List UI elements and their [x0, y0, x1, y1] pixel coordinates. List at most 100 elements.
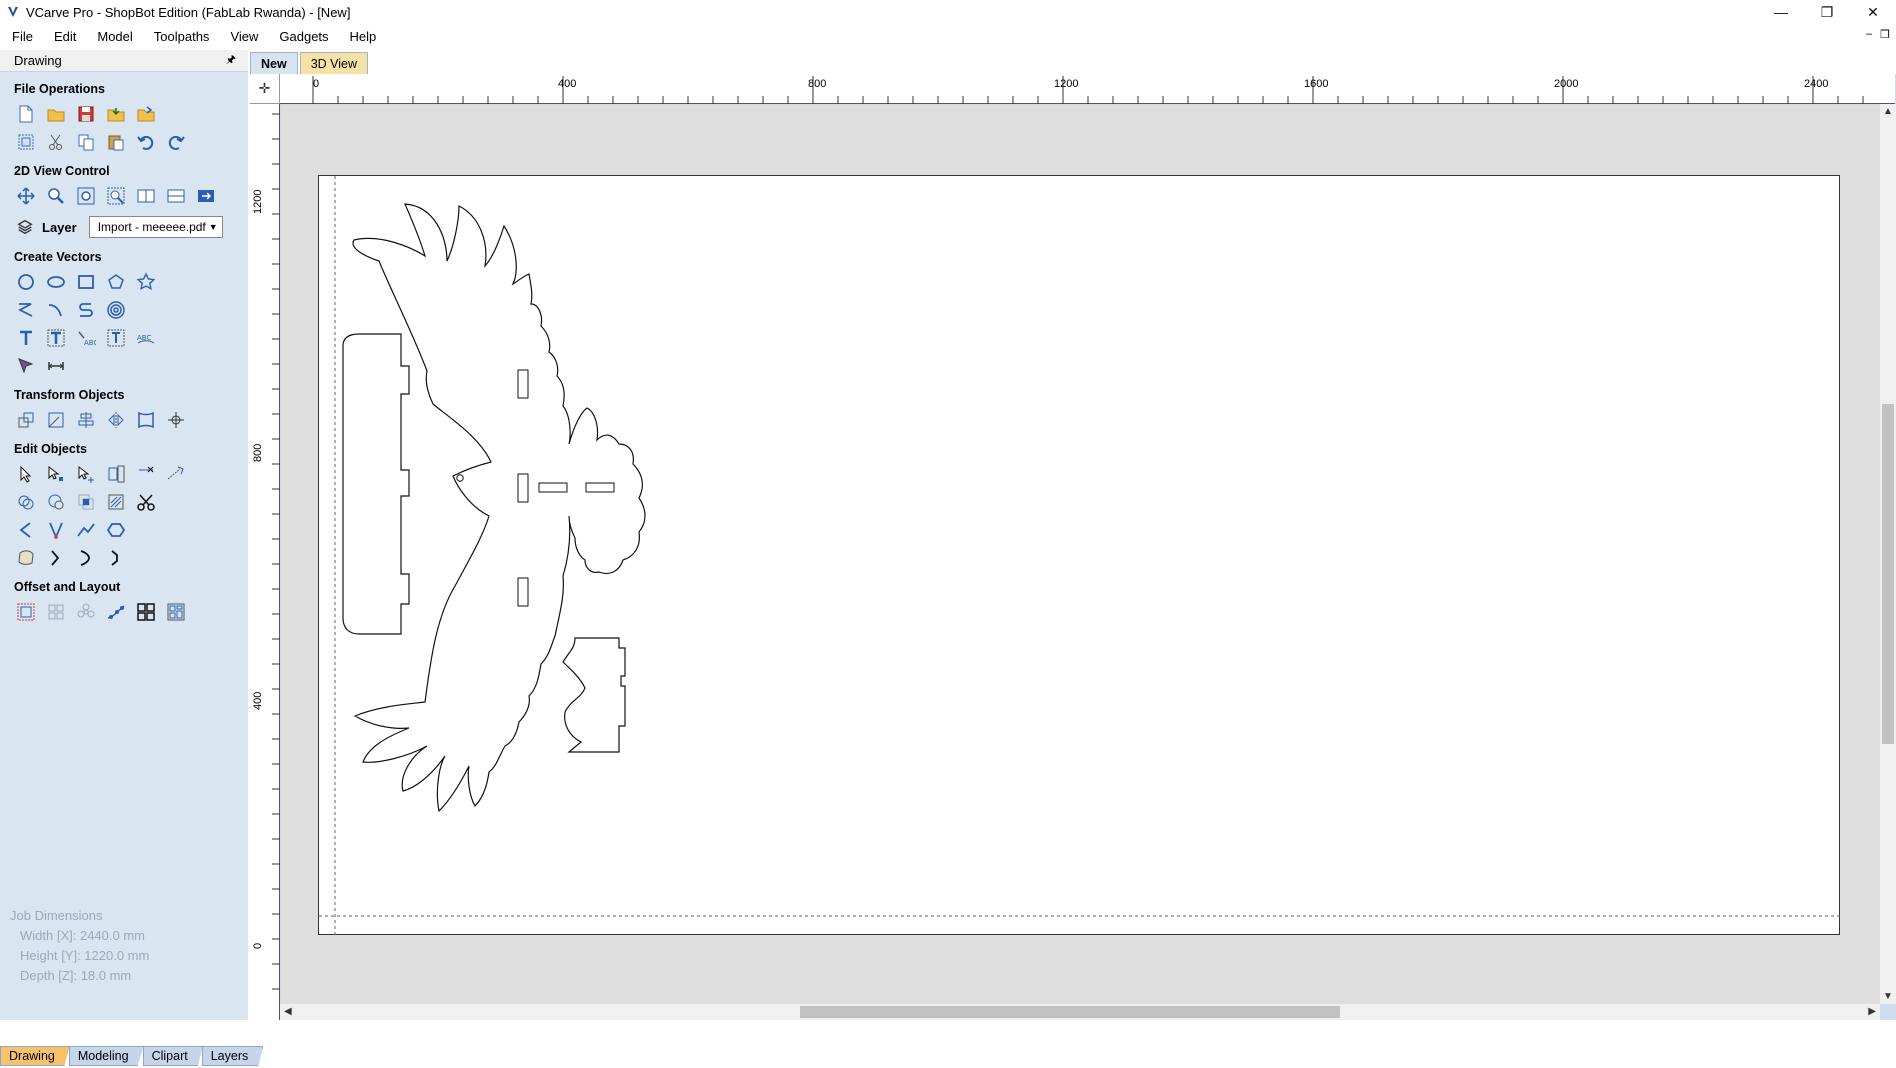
new-file-icon[interactable]: [14, 102, 38, 126]
spiral-icon[interactable]: [104, 298, 128, 322]
size-icon[interactable]: [104, 462, 128, 486]
layer-dropdown[interactable]: Import - meeeee.pdf ▼: [88, 216, 223, 238]
job-setup-icon[interactable]: [14, 130, 38, 154]
menu-model[interactable]: Model: [85, 29, 141, 44]
tab-layers[interactable]: Layers: [201, 1046, 264, 1066]
menu-file[interactable]: File: [0, 29, 42, 44]
move-icon[interactable]: [14, 408, 38, 432]
view-horizontal-icon[interactable]: [164, 184, 188, 208]
tab-modeling[interactable]: Modeling: [68, 1046, 144, 1066]
auto-nest-icon[interactable]: [164, 600, 188, 624]
polyline-icon[interactable]: [14, 298, 38, 322]
polygon-icon[interactable]: [104, 270, 128, 294]
horizontal-scroll-thumb[interactable]: [800, 1006, 1340, 1018]
mirror-icon[interactable]: [104, 408, 128, 432]
tab-3d-view[interactable]: 3D View: [299, 52, 369, 74]
chamfer-icon[interactable]: [104, 546, 128, 570]
weld-icon[interactable]: [14, 490, 38, 514]
arc-icon[interactable]: [74, 298, 98, 322]
scroll-up-icon[interactable]: ▲: [1883, 106, 1893, 117]
distort-icon[interactable]: [134, 408, 158, 432]
nesting-icon[interactable]: [134, 600, 158, 624]
rectangle-icon[interactable]: [74, 270, 98, 294]
zoom-icon[interactable]: [44, 184, 68, 208]
redo-icon[interactable]: [164, 130, 188, 154]
mdi-minimize-button[interactable]: –: [1866, 28, 1872, 41]
smart-bevel-icon[interactable]: [104, 490, 128, 514]
cut-icon[interactable]: [44, 130, 68, 154]
ellipse-icon[interactable]: [44, 270, 68, 294]
menu-toolpaths[interactable]: Toolpaths: [142, 29, 219, 44]
undo-icon[interactable]: [134, 130, 158, 154]
align-icon[interactable]: [74, 408, 98, 432]
text-fit-icon[interactable]: [104, 326, 128, 350]
eagle-vector-drawing[interactable]: [319, 176, 1841, 936]
copy-along-vectors-icon[interactable]: [104, 600, 128, 624]
menu-gadgets[interactable]: Gadgets: [267, 29, 337, 44]
circular-array-icon[interactable]: [74, 600, 98, 624]
node-edit-icon[interactable]: [44, 462, 68, 486]
vertical-scrollbar[interactable]: ▲ ▼: [1880, 104, 1896, 1004]
import-vectors-icon[interactable]: [104, 102, 128, 126]
circle-icon[interactable]: [14, 270, 38, 294]
scroll-down-icon[interactable]: ▼: [1883, 991, 1893, 1002]
layer-dropdown-value: Import - meeeee.pdf: [97, 220, 206, 234]
tab-new-document[interactable]: New: [250, 52, 298, 74]
view-switch-icon[interactable]: [194, 184, 218, 208]
paste-icon[interactable]: [104, 130, 128, 154]
create-boundary-icon[interactable]: [14, 546, 38, 570]
pin-icon[interactable]: 🖈: [226, 51, 236, 70]
subtract-icon[interactable]: [44, 490, 68, 514]
dimension-icon[interactable]: [44, 354, 68, 378]
curve-fit-icon[interactable]: [74, 518, 98, 542]
fillet-corner-icon[interactable]: [74, 546, 98, 570]
menu-view[interactable]: View: [218, 29, 267, 44]
star-icon[interactable]: [134, 270, 158, 294]
text-on-curve-icon[interactable]: ABC: [74, 326, 98, 350]
menu-edit[interactable]: Edit: [42, 29, 85, 44]
restore-button[interactable]: ❐: [1804, 0, 1850, 24]
auto-layout-text-icon[interactable]: [44, 326, 68, 350]
extend-icon[interactable]: [164, 462, 188, 486]
section-create-vectors: Create Vectors: [14, 250, 102, 264]
save-icon[interactable]: [74, 102, 98, 126]
intersect-icon[interactable]: [74, 490, 98, 514]
draw-curve-icon[interactable]: [44, 298, 68, 322]
vertical-scroll-thumb[interactable]: [1882, 404, 1894, 744]
scale-icon[interactable]: [44, 408, 68, 432]
menu-help[interactable]: Help: [338, 29, 386, 44]
import-bitmap-icon[interactable]: [134, 102, 158, 126]
set-origin-icon[interactable]: [164, 408, 188, 432]
interactive-transform-icon[interactable]: [74, 462, 98, 486]
text-arc-icon[interactable]: ABC: [134, 326, 158, 350]
copy-icon[interactable]: [74, 130, 98, 154]
drawing-canvas[interactable]: [281, 105, 1881, 1005]
trim-icon[interactable]: [134, 462, 158, 486]
scroll-right-icon[interactable]: ▶: [1868, 1006, 1876, 1017]
zoom-extents-icon[interactable]: [74, 184, 98, 208]
array-copy-icon[interactable]: [44, 600, 68, 624]
pan-icon[interactable]: [14, 184, 38, 208]
select-icon[interactable]: [14, 462, 38, 486]
material-sheet[interactable]: [318, 175, 1841, 936]
scissors-icon[interactable]: [134, 490, 158, 514]
zoom-selection-icon[interactable]: [104, 184, 128, 208]
horizontal-scrollbar[interactable]: ◀ ▶: [280, 1004, 1880, 1020]
tab-drawing[interactable]: Drawing: [0, 1046, 70, 1066]
ruler-corner-icon[interactable]: ✛: [250, 74, 280, 104]
open-folder-icon[interactable]: [44, 102, 68, 126]
minimize-button[interactable]: —: [1758, 0, 1804, 24]
tab-clipart[interactable]: Clipart: [142, 1046, 203, 1066]
fillet-icon[interactable]: [14, 354, 38, 378]
mdi-restore-button[interactable]: ❐: [1880, 28, 1890, 41]
scroll-left-icon[interactable]: ◀: [284, 1006, 292, 1017]
close-button[interactable]: ✕: [1850, 0, 1896, 24]
text-icon[interactable]: [14, 326, 38, 350]
eagle-outline: [352, 203, 646, 813]
dogbone-fillet-icon[interactable]: [44, 546, 68, 570]
close-vector-icon[interactable]: [104, 518, 128, 542]
view-split-icon[interactable]: [134, 184, 158, 208]
join-open-vectors-icon[interactable]: [14, 518, 38, 542]
join-vectors-icon[interactable]: [44, 518, 68, 542]
offset-icon[interactable]: [14, 600, 38, 624]
